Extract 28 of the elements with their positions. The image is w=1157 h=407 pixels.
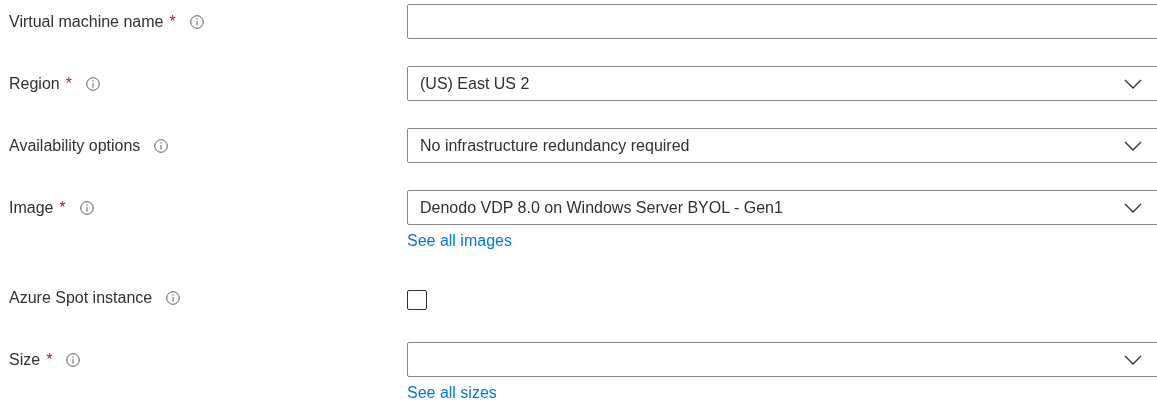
info-icon[interactable]: [166, 290, 181, 305]
link[interactable]: See all images: [407, 229, 512, 253]
field-label: Virtual machine name: [9, 11, 164, 32]
chevron-down-icon: [1124, 202, 1142, 213]
chevron-down-icon: [1124, 78, 1142, 89]
dropdown[interactable]: [407, 342, 1157, 377]
chevron-down-icon: [1124, 140, 1142, 151]
field-label: Azure Spot instance: [9, 287, 153, 308]
required-mark: *: [46, 349, 53, 370]
required-mark: *: [65, 73, 72, 94]
text-field[interactable]: [407, 4, 1157, 39]
dropdown[interactable]: Denodo VDP 8.0 on Windows Server BYOL - Gen1: [407, 190, 1157, 225]
checkbox[interactable]: [407, 289, 427, 310]
chevron-down-icon: [1124, 354, 1142, 365]
required-mark: *: [169, 11, 176, 32]
required-mark: *: [59, 197, 66, 218]
field-label: Region: [9, 73, 60, 94]
field-label: Image: [9, 197, 54, 218]
info-icon[interactable]: [85, 76, 100, 91]
field-label: Availability options: [9, 135, 141, 156]
info-icon[interactable]: [189, 14, 204, 29]
info-icon[interactable]: [66, 352, 81, 367]
dropdown[interactable]: No infrastructure redundancy required: [407, 128, 1157, 163]
field-label: Size: [9, 349, 41, 370]
info-icon[interactable]: [154, 138, 169, 153]
dropdown[interactable]: (US) East US 2: [407, 66, 1157, 101]
info-icon[interactable]: [79, 200, 94, 215]
link[interactable]: See all sizes: [407, 381, 497, 405]
